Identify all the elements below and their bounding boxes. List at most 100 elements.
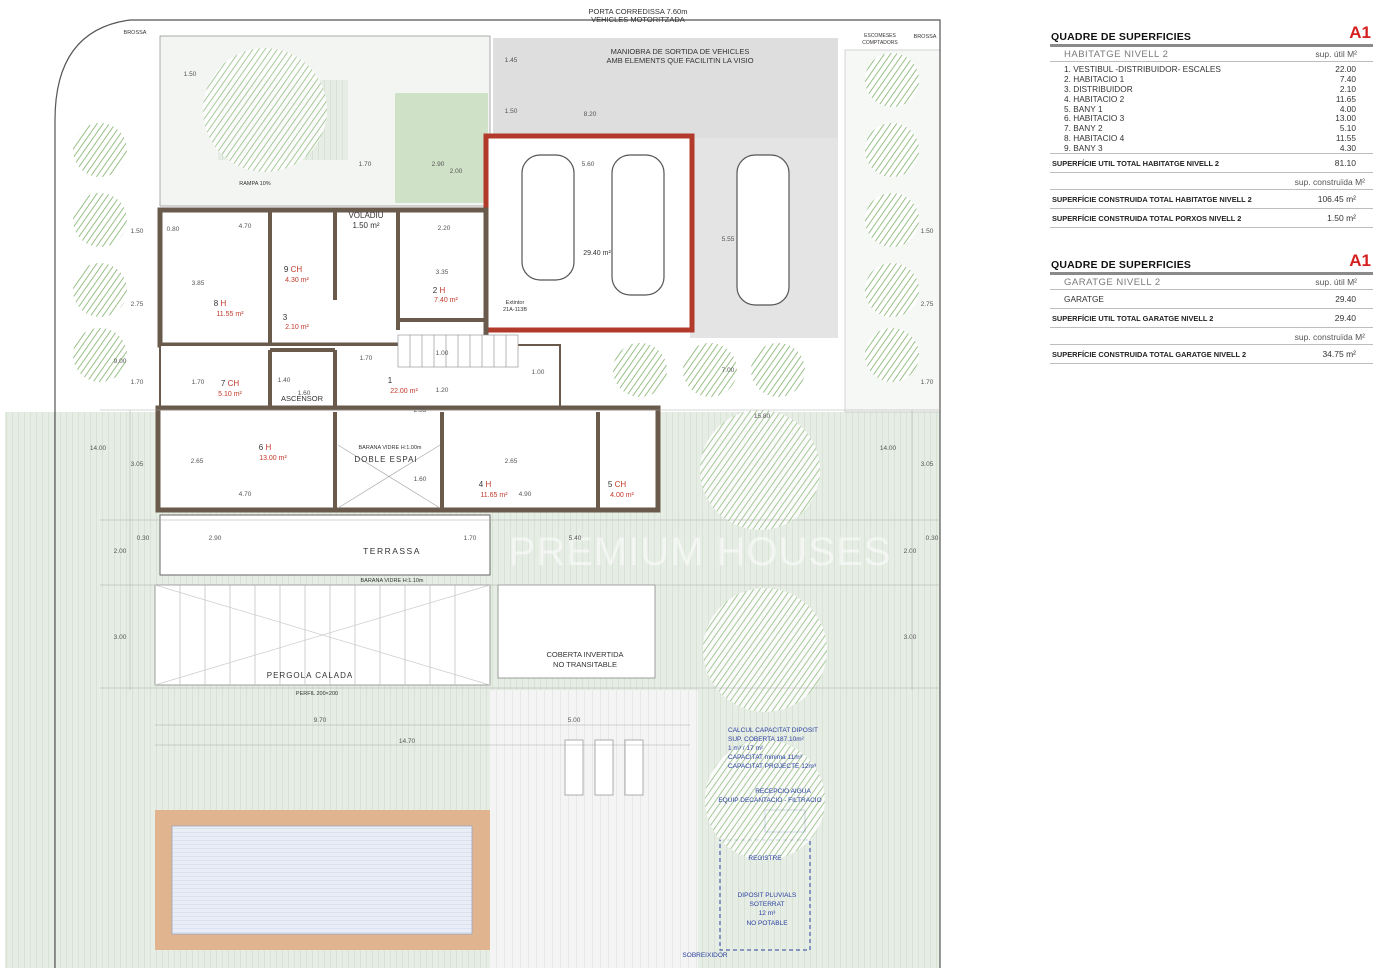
table-row: GARATGE 29.40 [1064, 294, 1356, 304]
table-row: 2. HABITACIO 1 7.40 [1064, 73, 1356, 84]
table-row: 3. DISTRIBUIDOR 2.10 [1064, 83, 1356, 94]
table-row: 4. HABITACIO 2 11.65 [1064, 93, 1356, 104]
svg-text:4.30 m²: 4.30 m² [285, 277, 309, 284]
car-2 [611, 154, 665, 296]
dim: 1.20 [436, 387, 449, 394]
voladiu-area: 1.50 m² [352, 221, 379, 230]
dim: 4.70 [239, 223, 252, 230]
dim: 1.50 [921, 228, 934, 235]
svg-text:22.00 m²: 22.00 m² [390, 388, 418, 395]
dim: 1.00 [436, 350, 449, 357]
escomeses-right-label-1: ESCOMESES [864, 33, 896, 39]
terrace [159, 514, 491, 576]
calcul-4: CAPACITAT minima 11m³ [728, 754, 803, 761]
pool-water [171, 825, 473, 935]
gate-label-2: VEHICLES MOTORITZADA [591, 15, 685, 24]
diposit-2: SOTERRAT [750, 901, 785, 908]
deck-area [490, 690, 698, 968]
baranda-top-label: BARANA VIDRE H:1.00m [359, 445, 422, 451]
dim: 2.90 [209, 535, 222, 542]
extintor-label: Extintor [506, 300, 525, 306]
recepcio-2: EQUIP DECANTACIO - FILTRACIO [718, 797, 821, 804]
unit-useful-label: sup. útil M² [1315, 277, 1357, 287]
registre-label: REGISTRE [748, 855, 782, 862]
dim: 0.80 [167, 226, 180, 233]
dim: 1.70 [359, 161, 372, 168]
total-built-row: SUPERFÍCIE CONSTRUIDA TOTAL PORXOS NIVEL… [1050, 209, 1373, 229]
coberta-label-1: COBERTA INVERTIDA [546, 650, 623, 659]
dim: 1.45 [505, 57, 518, 64]
svg-text:8 H: 8 H [214, 299, 227, 308]
dim: 1.50 [184, 71, 197, 78]
sun-loungers [564, 739, 644, 796]
dim: 5.40 [569, 535, 582, 542]
recepcio-1: RECEPCIO AIGUA [755, 788, 811, 795]
dim: 2.65 [191, 458, 204, 465]
table-subtitle: GARATGE NIVELL 2 [1064, 277, 1161, 288]
table-row: 6. HABITACIO 3 13.00 [1064, 113, 1356, 124]
svg-text:2 H: 2 H [433, 286, 446, 295]
dim: 14.00 [880, 445, 897, 452]
dim: 2.90 [432, 161, 445, 168]
svg-text:6 H: 6 H [259, 443, 272, 452]
table-header: QUADRE DE SUPERFICIES A1 [1050, 251, 1373, 275]
car-3 [736, 154, 790, 306]
dim: 5.55 [722, 236, 735, 243]
dim: 3.05 [921, 461, 934, 468]
table-row: 9. BANY 3 4.30 [1064, 143, 1356, 154]
table-subtitle: HABITATGE NIVELL 2 [1064, 49, 1169, 60]
unit-built-label: sup. construïda M² [1294, 331, 1365, 342]
calcul-5: CAPACITAT PROJECTE 12m³ [728, 763, 817, 770]
dim: 1.50 [131, 228, 144, 235]
dim: 0.30 [137, 535, 150, 542]
maneuver-label-2: AMB ELEMENTS QUE FACILITIN LA VISIO [606, 56, 753, 65]
car-1 [521, 154, 575, 281]
table-title: QUADRE DE SUPERFICIES [1051, 259, 1192, 271]
svg-text:11.65 m²: 11.65 m² [480, 492, 508, 499]
dim: 2.00 [904, 548, 917, 555]
terrassa-label: TERRASSA [363, 546, 421, 556]
calcul-3: 1 m³ / 17 m² [728, 745, 764, 752]
calcul-2: SUP. COBERTA 187.10m² [728, 736, 805, 743]
area-table-habitatge: QUADRE DE SUPERFICIES A1 HABITATGE NIVEL… [1050, 23, 1373, 229]
maneuver-label-1: MANIOBRA DE SORTIDA DE VEHICLES [611, 47, 750, 56]
dim: 1.60 [414, 476, 427, 483]
dim: 9.00 [114, 358, 127, 365]
svg-text:1: 1 [388, 376, 393, 385]
unit-built-label: sup. construïda M² [1294, 177, 1365, 188]
svg-text:4 H: 4 H [479, 480, 492, 489]
dim: 1.70 [192, 379, 205, 386]
perfil-label: PERFIL 200×200 [296, 691, 338, 697]
area-table-garatge: QUADRE DE SUPERFICIES A1 GARATGE NIVELL … [1050, 251, 1373, 364]
svg-text:13.00 m²: 13.00 m² [259, 455, 287, 462]
dim: 2.65 [505, 458, 518, 465]
dim: 8.20 [584, 111, 597, 118]
svg-text:4.00 m²: 4.00 m² [610, 492, 634, 499]
table-header: QUADRE DE SUPERFICIES A1 [1050, 23, 1373, 47]
watermark: PREMIUM HOUSES [509, 530, 892, 574]
svg-text:7.40 m²: 7.40 m² [434, 297, 458, 304]
table-row: 1. VESTIBUL -DISTRIBUIDOR- ESCALES 22.00 [1064, 64, 1356, 74]
dim: 14.70 [399, 738, 416, 745]
dim: 4.90 [519, 491, 532, 498]
ramp-green [395, 93, 488, 203]
table-row: 8. HABITACIO 4 11.55 [1064, 133, 1356, 144]
dim: 15.80 [754, 413, 771, 420]
coberta-label-2: NO TRANSITABLE [553, 660, 617, 669]
table-title: QUADRE DE SUPERFICIES [1051, 31, 1192, 43]
svg-text:3: 3 [283, 313, 288, 322]
svg-text:5 CH: 5 CH [608, 480, 626, 489]
svg-text:9 CH: 9 CH [284, 265, 302, 274]
escomeses-right-label-2: COMPTADORS [862, 40, 898, 46]
dim: 2.75 [921, 301, 934, 308]
diposit-4: NO POTABLE [746, 920, 788, 927]
svg-text:11.55 m²: 11.55 m² [216, 311, 244, 318]
sobreixidor-label: SOBREIXIDOR [682, 952, 727, 959]
dim: 1.70 [360, 355, 373, 362]
dim: 9.70 [314, 717, 327, 724]
dim: 7.00 [722, 367, 735, 374]
dim: 3.05 [131, 461, 144, 468]
dim: 1.50 [505, 108, 518, 115]
voladiu-label: VOLADIU [348, 211, 383, 220]
table-code: A1 [1349, 23, 1371, 42]
